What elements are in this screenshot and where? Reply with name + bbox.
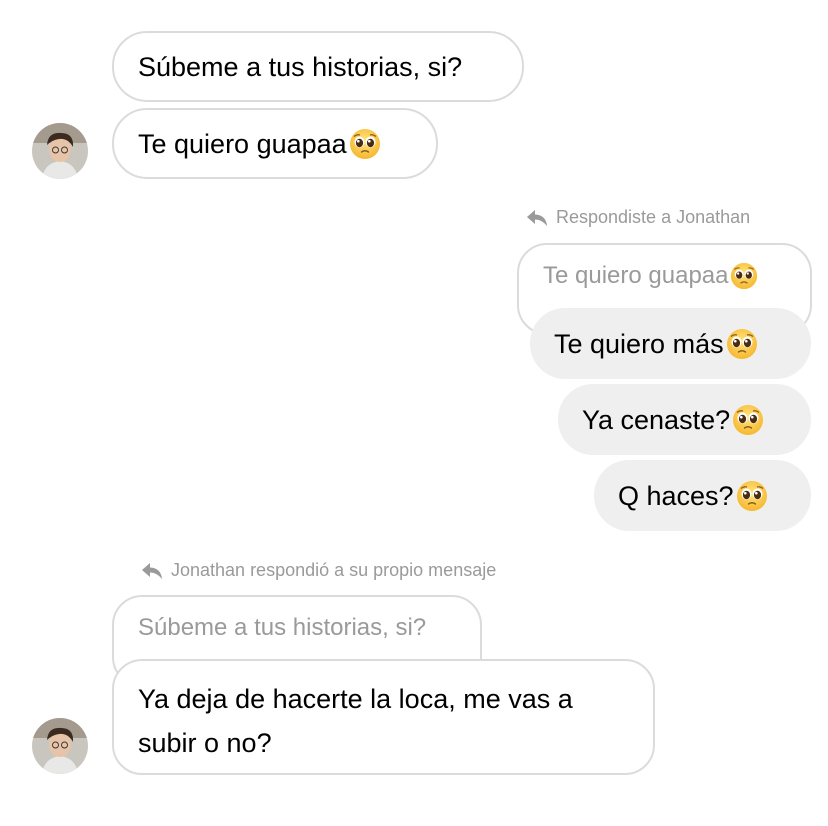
message-bubble-outgoing[interactable]: Te quiero más [530, 308, 811, 379]
message-text: Te quiero más [554, 328, 724, 359]
pleading-face-emoji-icon [726, 328, 758, 360]
pleading-face-emoji-icon [732, 404, 764, 436]
message-bubble-incoming[interactable]: Te quiero guapaa [112, 108, 438, 179]
message-text-line-1: Ya deja de hacerte la loca, me vas a [138, 684, 573, 714]
message-bubble-incoming[interactable]: Ya deja de hacerte la loca, me vas a sub… [112, 659, 655, 775]
message-bubble-outgoing[interactable]: Ya cenaste? [558, 384, 811, 455]
message-text: Súbeme a tus historias, si? [138, 51, 463, 82]
message-bubble-outgoing[interactable]: Q haces? [594, 460, 811, 531]
message-text: Te quiero guapaa [138, 128, 347, 159]
reply-indicator-text: Respondiste a Jonathan [556, 207, 751, 227]
reply-indicator: Respondiste a Jonathan [526, 207, 750, 228]
reply-indicator: Jonathan respondió a su propio mensaje [141, 560, 496, 581]
pleading-face-emoji-icon [736, 480, 768, 512]
quoted-message-text: Súbeme a tus historias, si? [138, 614, 427, 641]
quoted-message-text: Te quiero guapaa [543, 262, 729, 289]
contact-avatar[interactable] [32, 718, 88, 774]
contact-avatar[interactable] [32, 123, 88, 179]
reply-arrow-icon [527, 209, 547, 226]
pleading-face-emoji-icon [730, 262, 758, 290]
pleading-face-emoji-icon [349, 128, 381, 160]
reply-arrow-icon [142, 562, 162, 579]
message-text: Q haces? [618, 480, 734, 511]
message-text: Ya cenaste? [582, 404, 731, 435]
message-bubble-incoming[interactable]: Súbeme a tus historias, si? [112, 31, 524, 102]
message-text-line-2: subir o no? [138, 728, 272, 758]
reply-indicator-text: Jonathan respondió a su propio mensaje [171, 560, 497, 580]
